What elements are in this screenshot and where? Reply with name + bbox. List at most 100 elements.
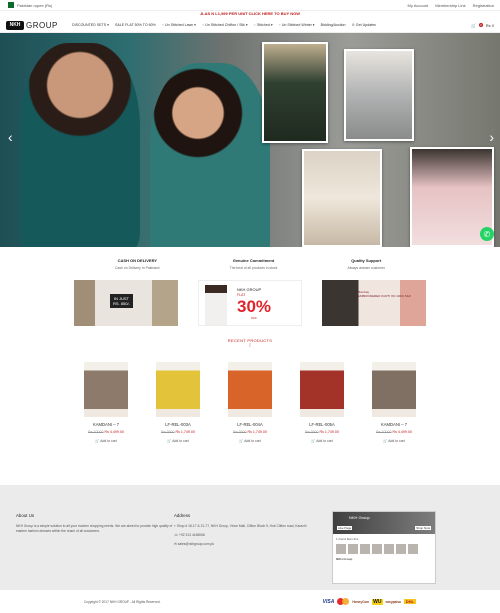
product-name[interactable]: KAMDANI – 7	[80, 422, 132, 427]
fb-post-author: NKH Group	[336, 557, 353, 561]
banner-flat-30[interactable]: NKH GROUP FLAT 30% OFF	[198, 280, 302, 326]
footer-heading: About Us	[16, 513, 35, 518]
hero-slider[interactable]: ‹ › ✆	[0, 33, 500, 247]
product-name[interactable]: LF-REL-005A	[296, 422, 348, 427]
feature-support: Quality Support Always answer customer	[347, 258, 385, 275]
add-to-cart-label: Add to cart	[172, 439, 189, 443]
nav-updates[interactable]: ⚙Get Updates	[352, 23, 376, 27]
product-card[interactable]: LF-REL-004A Rs 3500 Rs 1,749.00 🛒 Add to c…	[224, 362, 276, 454]
visa-logo: VISA	[322, 598, 335, 605]
slider-next-arrow-icon[interactable]: ›	[489, 129, 494, 145]
cart-icon: 🛒	[471, 22, 477, 28]
add-to-cart-button[interactable]: 🛒 Add to cart	[80, 439, 132, 443]
add-to-cart-button[interactable]: 🛒 Add to cart	[152, 439, 204, 443]
product-card[interactable]: KAMDANI – 7 Rs 10000 Rs 4,499.00 🛒 Add to …	[368, 362, 420, 454]
cart-widget[interactable]: 🛒 0 Rs 0	[471, 23, 494, 28]
product-price: Rs 3500 Rs 1,749.00	[224, 430, 276, 434]
product-name[interactable]: LF-REL-004A	[224, 422, 276, 427]
feature-cod: CASH ON DELIVERY Cash on Delivery In Pak…	[115, 258, 159, 275]
fb-body: 1 friend likes this NKH Group	[333, 534, 435, 564]
slider-prev-arrow-icon[interactable]: ‹	[8, 129, 13, 145]
address-line: ⌖ Shop # 16-17 & 21-77, NKH Group, Vince…	[174, 524, 332, 529]
product-card[interactable]: LF-REL-003A Rs 3500 Rs 1,749.00 🛒 Add to c…	[152, 362, 204, 454]
nav-label: Un Stitched Chiffon / Silk ▾	[205, 23, 248, 27]
banner-rs850[interactable]: IN JUST RS. 850/-	[74, 280, 178, 326]
product-price: Rs 10000 Rs 4,499.00	[368, 430, 420, 434]
nav-unstitched-lawn[interactable]: ⌁Un Stitched Lawn ▾	[162, 23, 196, 27]
phone-text[interactable]: +92 313 4168066	[179, 533, 205, 537]
product-image[interactable]	[156, 362, 200, 417]
promo-banner[interactable]: JLAS N L1,999 PER UNIT CLICK HERE TO BUY…	[0, 11, 500, 18]
fb-like-button[interactable]: Like Page	[337, 526, 353, 530]
feature-text: Cash on Delivery In Pakistan!	[115, 266, 160, 270]
gear-icon: ⚙	[351, 23, 355, 27]
nav-label: Un Stitched Winter ▾	[281, 23, 315, 27]
old-price: Rs 10000	[376, 430, 392, 434]
nav-bidding[interactable]: Bidding/Auction	[321, 23, 346, 27]
product-card[interactable]: KAMDANI – 7 Rs 10000 Rs 4,499.00 🛒 Add to …	[80, 362, 132, 454]
whatsapp-icon[interactable]: ✆	[480, 227, 494, 241]
old-price: Rs 3500	[233, 430, 247, 434]
email-line: ✉ sales@nkhgroup.com.pk	[174, 542, 332, 547]
recent-products-header: RECENT PRODUCTS ⁞	[0, 338, 500, 349]
hero-panel-2	[344, 49, 414, 141]
membership-link[interactable]: Membership Link	[435, 3, 465, 8]
section-separator: ⁞	[249, 343, 251, 349]
my-account-link[interactable]: My Account	[408, 3, 429, 8]
footer-about-text: NKH Group is a simple solution to all yo…	[16, 524, 173, 533]
promo-banners: IN JUST RS. 850/- NKH GROUP FLAT 30% OFF …	[0, 280, 500, 328]
add-to-cart-button[interactable]: 🛒 Add to cart	[368, 439, 420, 443]
product-image[interactable]	[372, 362, 416, 417]
pakistan-flag-icon	[6, 2, 14, 8]
feature-title: Quality Support	[351, 258, 382, 263]
footer-heading: Address	[174, 513, 191, 518]
nav-unstitched-chiffon[interactable]: ⌁Un Stitched Chiffon / Silk ▾	[202, 23, 248, 27]
top-bar: Pakistan rupee (Rs) My Account Membershi…	[0, 0, 500, 11]
cart-count: 0	[479, 23, 483, 27]
footer-about: About Us NKH Group is a simple solution …	[16, 513, 174, 590]
plug-icon: ⌁	[202, 23, 205, 27]
nav-unstitched-winter[interactable]: ⌁Un Stitched Winter ▾	[279, 23, 315, 27]
hero-panel-3	[302, 149, 382, 247]
add-to-cart-label: Add to cart	[388, 439, 405, 443]
nav-sale[interactable]: SALE FLAT 50% TO 60%	[115, 23, 156, 27]
feature-text: Always answer customer	[347, 266, 385, 270]
logo-word: GROUP	[26, 20, 58, 30]
add-to-cart-button[interactable]: 🛒 Add to cart	[296, 439, 348, 443]
banner-price: IN JUST RS. 850/-	[110, 294, 133, 308]
feature-title: Genuine Commitment	[232, 258, 275, 263]
dhl-logo: DHL	[403, 599, 416, 604]
banner-logo: NKH GROUP	[237, 287, 262, 292]
feature-commitment: Genuine Commitment The best of all produ…	[230, 258, 278, 275]
product-image[interactable]	[84, 362, 128, 417]
product-price: Rs 3500 Rs 1,749.00	[296, 430, 348, 434]
sale-price: Rs 1,749.00	[175, 430, 195, 434]
address-text: Shop # 16-17 & 21-77, NKH Group, Vince M…	[176, 524, 307, 528]
registration-link[interactable]: Registration	[473, 3, 494, 8]
add-to-cart-label: Add to cart	[316, 439, 333, 443]
email-text[interactable]: sales@nkhgroup.com.pk	[178, 542, 214, 546]
product-name[interactable]: LF-REL-003A	[152, 422, 204, 427]
product-image[interactable]	[300, 362, 344, 417]
product-card[interactable]: LF-REL-005A Rs 3500 Rs 1,749.00 🛒 Add to c…	[296, 362, 348, 454]
fb-friends-row	[336, 544, 432, 554]
product-list: KAMDANI – 7 Rs 10000 Rs 4,499.00 🛒 Add to …	[0, 362, 500, 454]
banner-percent: 30%	[237, 297, 272, 316]
product-image[interactable]	[228, 362, 272, 417]
facebook-widget[interactable]: NKH Group Like Page Shop Now 1 friend li…	[332, 511, 436, 584]
nav-discounted-sets[interactable]: DISCOUNTED SETS ▾	[72, 23, 109, 27]
nav-label: Get Updates	[355, 23, 376, 27]
easypaisa-logo: easypaisa	[385, 599, 401, 604]
honeycom-logo: HoneyCom	[352, 599, 370, 604]
fb-shop-button[interactable]: Shop Now	[415, 526, 431, 530]
nav-label: Stitched ▾	[256, 23, 273, 27]
site-logo[interactable]: NKH GROUP	[6, 20, 72, 30]
sale-price: Rs 1,749.00	[319, 430, 339, 434]
currency-selector[interactable]: Pakistan rupee (Rs)	[17, 3, 52, 8]
banner-bombay[interactable]: Bombay EMBROIDERED KURTI ON 100% SILK	[322, 280, 426, 326]
fb-page-name: NKH Group	[349, 515, 370, 520]
add-to-cart-button[interactable]: 🛒 Add to cart	[224, 439, 276, 443]
feature-text: The best of all products in stock	[229, 266, 278, 270]
product-name[interactable]: KAMDANI – 7	[368, 422, 420, 427]
nav-stitched[interactable]: ⌁Stitched ▾	[254, 23, 273, 27]
